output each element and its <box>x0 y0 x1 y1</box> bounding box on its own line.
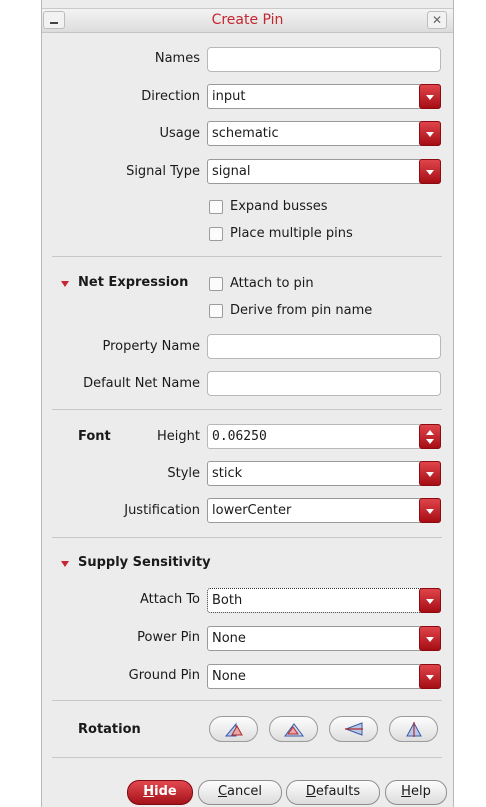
usage-select[interactable]: schematic <box>207 121 441 146</box>
derive-from-pin-name-checkbox[interactable] <box>209 304 223 318</box>
spin-up-icon[interactable] <box>426 430 434 435</box>
defaults-button[interactable]: Defaults <box>286 780 380 805</box>
usage-label: Usage <box>159 126 200 141</box>
mirror-icon <box>284 723 304 737</box>
rotate-button[interactable] <box>209 716 258 742</box>
signal-type-label: Signal Type <box>126 164 200 179</box>
power-pin-label: Power Pin <box>137 630 200 645</box>
expand-busses-checkbox[interactable] <box>209 200 223 214</box>
flip-horizontal-icon <box>344 722 363 736</box>
mirror-button[interactable] <box>269 716 318 742</box>
signal-type-value: signal <box>212 164 251 179</box>
divider <box>52 757 442 758</box>
cancel-label: ancel <box>227 784 263 799</box>
direction-label: Direction <box>141 89 200 104</box>
hide-accel: H <box>143 784 155 799</box>
help-label: elp <box>410 784 431 799</box>
attach-to-select[interactable]: Both <box>207 588 441 613</box>
close-icon[interactable]: ✕ <box>427 11 447 29</box>
window-title: Create Pin <box>211 12 284 28</box>
derive-from-pin-name-label: Derive from pin name <box>230 303 373 318</box>
expand-triangle-icon[interactable] <box>61 561 69 567</box>
divider <box>52 256 442 257</box>
height-spinbox[interactable]: 0.06250 <box>207 424 441 449</box>
height-value: 0.06250 <box>212 429 267 444</box>
chevron-down-icon[interactable] <box>419 121 441 146</box>
title-bar: Create Pin ✕ <box>42 8 453 33</box>
direction-value: input <box>212 89 246 104</box>
supply-sensitivity-heading[interactable]: Supply Sensitivity <box>78 555 211 570</box>
defaults-accel: D <box>305 784 316 799</box>
attach-to-value: Both <box>212 593 243 608</box>
help-accel: H <box>401 784 411 799</box>
property-name-input[interactable] <box>207 334 441 359</box>
place-multiple-label: Place multiple pins <box>230 226 353 241</box>
chevron-down-icon[interactable] <box>419 461 441 486</box>
expand-busses-label: Expand busses <box>230 199 328 214</box>
place-multiple-checkbox[interactable] <box>209 227 223 241</box>
hide-button[interactable]: Hide <box>127 780 193 805</box>
cancel-button[interactable]: Cancel <box>198 780 282 805</box>
flip-vertical-icon <box>406 721 422 737</box>
flip-vertical-button[interactable] <box>389 716 438 742</box>
names-label: Names <box>154 51 200 66</box>
style-label: Style <box>167 466 200 481</box>
cancel-accel: C <box>217 784 228 799</box>
signal-type-select[interactable]: signal <box>207 159 441 184</box>
net-expression-heading[interactable]: Net Expression <box>78 275 188 290</box>
ground-pin-value: None <box>212 669 246 684</box>
chevron-down-icon[interactable] <box>419 626 441 651</box>
attach-to-pin-label: Attach to pin <box>230 276 314 291</box>
style-select[interactable]: stick <box>207 461 441 486</box>
chevron-down-icon[interactable] <box>419 588 441 613</box>
justification-select[interactable]: lowerCenter <box>207 498 441 523</box>
spin-arrows[interactable] <box>419 424 441 449</box>
create-pin-dialog: Create Pin ✕ Names Direction input Usage… <box>41 0 454 807</box>
rotate-icon <box>224 722 243 737</box>
expand-triangle-icon[interactable] <box>61 281 69 287</box>
property-name-label: Property Name <box>102 339 201 354</box>
divider <box>52 537 442 538</box>
defaults-label: efaults <box>315 784 361 799</box>
chevron-down-icon[interactable] <box>419 498 441 523</box>
chevron-down-icon[interactable] <box>419 159 441 184</box>
names-input[interactable] <box>207 47 441 72</box>
chevron-down-icon[interactable] <box>419 664 441 689</box>
power-pin-value: None <box>212 631 246 646</box>
default-net-name-input[interactable] <box>207 371 441 396</box>
direction-select[interactable]: input <box>207 84 441 109</box>
height-label: Height <box>157 429 200 444</box>
spin-down-icon[interactable] <box>426 439 434 444</box>
help-button[interactable]: Help <box>385 780 447 805</box>
divider <box>52 700 442 701</box>
style-value: stick <box>212 466 243 481</box>
usage-value: schematic <box>212 126 279 141</box>
justification-label: Justification <box>124 503 200 518</box>
ground-pin-select[interactable]: None <box>207 664 441 689</box>
attach-to-pin-checkbox[interactable] <box>209 277 223 291</box>
divider <box>52 409 442 410</box>
rotation-heading: Rotation <box>78 722 141 737</box>
hide-label: ide <box>154 784 177 799</box>
chevron-down-icon[interactable] <box>419 84 441 109</box>
ground-pin-label: Ground Pin <box>128 668 200 683</box>
flip-horizontal-button[interactable] <box>329 716 378 742</box>
default-net-name-label: Default Net Name <box>83 376 200 391</box>
attach-to-label: Attach To <box>139 592 200 607</box>
justification-value: lowerCenter <box>212 503 292 518</box>
font-heading: Font <box>78 429 111 444</box>
power-pin-select[interactable]: None <box>207 626 441 651</box>
